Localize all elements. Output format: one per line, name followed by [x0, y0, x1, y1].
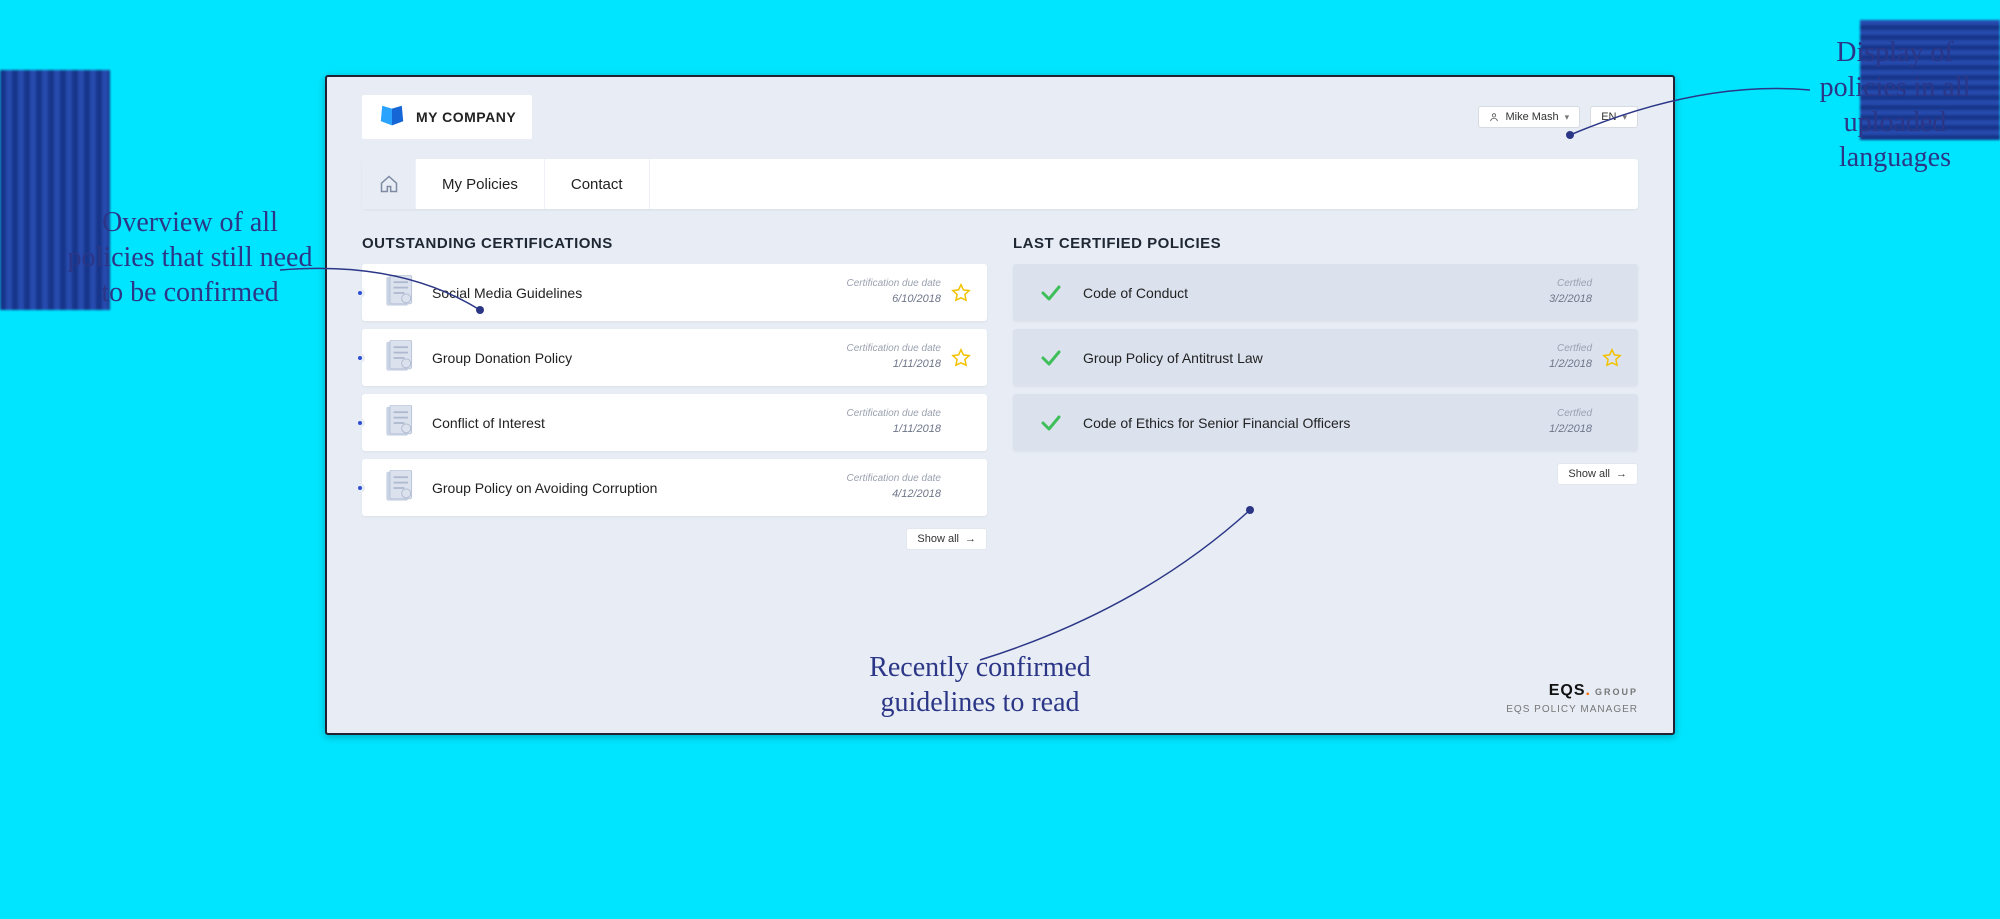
status-dot [355, 288, 365, 298]
due-date: 6/10/2018 [892, 293, 941, 305]
certified-date: 1/2/2018 [1549, 423, 1592, 435]
nav-home[interactable] [362, 159, 416, 209]
user-menu[interactable]: Mike Mash ▾ [1478, 106, 1580, 128]
certified-item[interactable]: Code of Conduct Certfied 3/2/2018 [1013, 264, 1638, 321]
chevron-down-icon: ▾ [1565, 112, 1570, 123]
show-all-label: Show all [917, 533, 959, 545]
policy-title: Code of Ethics for Senior Financial Offi… [1083, 415, 1549, 431]
certified-column: LAST CERTIFIED POLICIES Code of Conduct … [1013, 235, 1638, 550]
annotation-right: Display of policies in all uploaded lang… [1810, 35, 1980, 175]
app-window: MY COMPANY Mike Mash ▾ EN ▾ My Policies … [325, 75, 1675, 735]
document-icon [384, 470, 414, 506]
policy-title: Group Policy on Avoiding Corruption [432, 480, 846, 496]
star-icon[interactable] [951, 348, 971, 368]
certified-date: 1/2/2018 [1549, 358, 1592, 370]
due-label: Certification due date [846, 473, 941, 484]
certified-item[interactable]: Code of Ethics for Senior Financial Offi… [1013, 394, 1638, 451]
due-label: Certification due date [846, 343, 941, 354]
arrow-right-icon: → [965, 533, 976, 545]
certified-label: Certfied [1549, 343, 1592, 354]
topbar: MY COMPANY Mike Mash ▾ EN ▾ [327, 77, 1673, 149]
due-label: Certification due date [846, 408, 941, 419]
brand-name: MY COMPANY [416, 109, 516, 125]
policy-title: Group Policy of Antitrust Law [1083, 350, 1549, 366]
check-icon [1039, 346, 1063, 370]
check-icon [1039, 411, 1063, 435]
footer-brand-group: GROUP [1595, 687, 1638, 697]
user-name: Mike Mash [1505, 111, 1558, 123]
brand-logo: MY COMPANY [362, 95, 532, 139]
document-icon [384, 340, 414, 376]
footer-product: EQS POLICY MANAGER [1506, 704, 1638, 715]
chevron-down-icon: ▾ [1622, 112, 1627, 123]
main-nav: My Policies Contact [362, 159, 1638, 209]
nav-contact[interactable]: Contact [545, 159, 650, 209]
annotation-left: Overview of all policies that still need… [60, 205, 320, 310]
policy-title: Conflict of Interest [432, 415, 846, 431]
status-dot [355, 418, 365, 428]
butterfly-icon [378, 105, 406, 129]
show-all-label: Show all [1568, 468, 1610, 480]
document-icon [384, 405, 414, 441]
policy-title: Group Donation Policy [432, 350, 846, 366]
footer: EQS. GROUP EQS POLICY MANAGER [1506, 682, 1638, 715]
annotation-bottom: Recently confirmed guidelines to read [820, 650, 1140, 720]
home-icon [379, 174, 399, 194]
nav-my-policies[interactable]: My Policies [416, 159, 545, 209]
outstanding-item[interactable]: Group Donation Policy Certification due … [362, 329, 987, 386]
due-date: 4/12/2018 [892, 488, 941, 500]
language-selector[interactable]: EN ▾ [1590, 106, 1638, 128]
certified-title: LAST CERTIFIED POLICIES [1013, 235, 1638, 252]
outstanding-title: OUTSTANDING CERTIFICATIONS [362, 235, 987, 252]
document-icon [384, 275, 414, 311]
certified-label: Certfied [1549, 278, 1592, 289]
due-label: Certification due date [846, 278, 941, 289]
user-icon [1489, 112, 1499, 122]
check-icon [1039, 281, 1063, 305]
arrow-right-icon: → [1616, 468, 1627, 480]
star-icon[interactable] [1602, 348, 1622, 368]
footer-brand-main: EQS [1549, 682, 1586, 699]
outstanding-column: OUTSTANDING CERTIFICATIONS Social Media … [362, 235, 987, 550]
due-date: 1/11/2018 [893, 358, 941, 370]
nav-label: My Policies [442, 176, 518, 193]
outstanding-item[interactable]: Social Media Guidelines Certification du… [362, 264, 987, 321]
status-dot [355, 483, 365, 493]
footer-brand-dot: . [1586, 682, 1591, 699]
star-icon[interactable] [951, 283, 971, 303]
due-date: 1/11/2018 [893, 423, 941, 435]
show-all-certified[interactable]: Show all → [1557, 463, 1638, 485]
nav-label: Contact [571, 176, 623, 193]
language-code: EN [1601, 111, 1616, 123]
certified-date: 3/2/2018 [1549, 293, 1592, 305]
footer-brand: EQS. GROUP [1506, 682, 1638, 700]
certified-label: Certfied [1549, 408, 1592, 419]
outstanding-item[interactable]: Conflict of Interest Certification due d… [362, 394, 987, 451]
outstanding-item[interactable]: Group Policy on Avoiding Corruption Cert… [362, 459, 987, 516]
policy-title: Code of Conduct [1083, 285, 1549, 301]
certified-item[interactable]: Group Policy of Antitrust Law Certfied 1… [1013, 329, 1638, 386]
show-all-outstanding[interactable]: Show all → [906, 528, 987, 550]
policy-title: Social Media Guidelines [432, 285, 846, 301]
status-dot [355, 353, 365, 363]
